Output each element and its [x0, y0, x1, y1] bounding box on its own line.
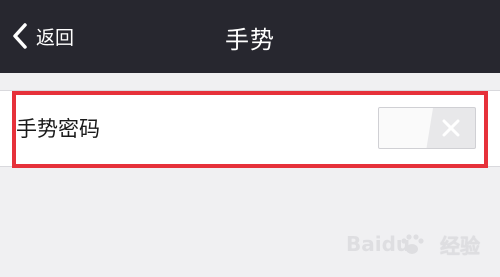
- watermark: Baidu 经验: [346, 229, 480, 259]
- page-title: 手势: [225, 26, 275, 54]
- settings-group: 手势密码: [0, 90, 500, 167]
- toggle-knob: [379, 108, 433, 148]
- watermark-text: 经验: [440, 233, 480, 258]
- gesture-password-toggle[interactable]: [378, 107, 476, 149]
- baidu-paw-icon: Baidu: [346, 232, 424, 256]
- watermark-logo-text: Baidu: [346, 232, 410, 256]
- close-icon: [442, 119, 460, 137]
- gesture-password-label: 手势密码: [16, 117, 100, 141]
- nav-bar: 返回 手势: [0, 0, 500, 73]
